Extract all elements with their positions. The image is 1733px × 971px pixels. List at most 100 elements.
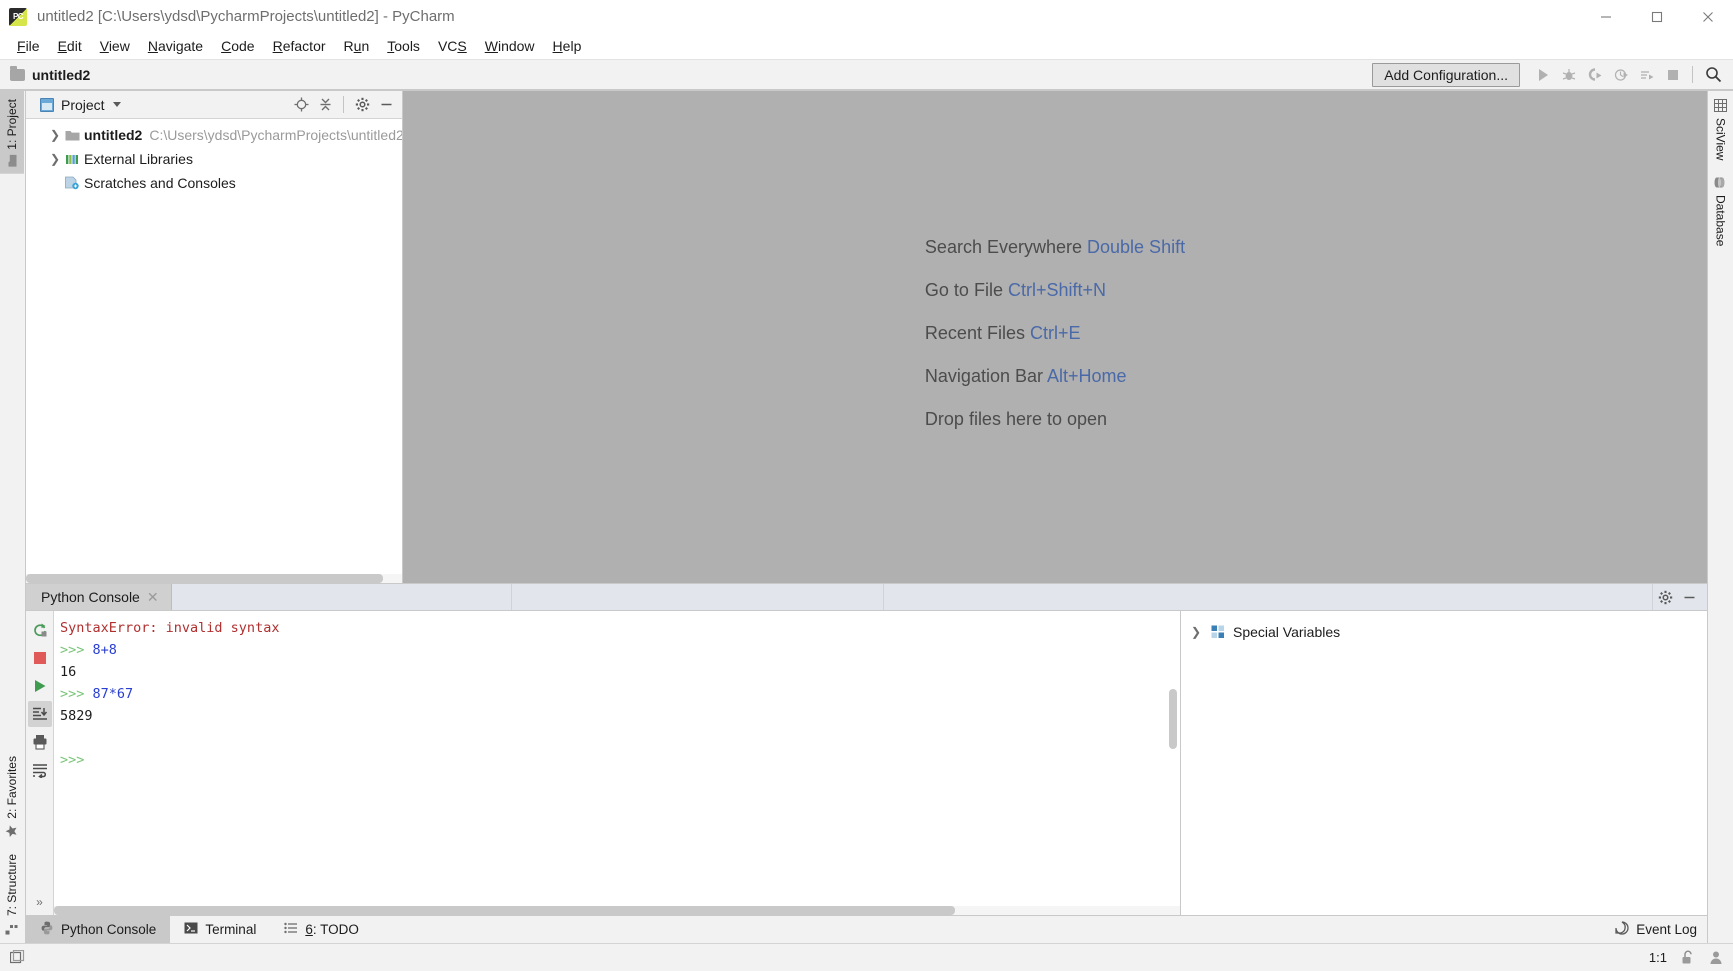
profile-icon[interactable] [1608, 63, 1634, 87]
menu-run[interactable]: Run [335, 35, 379, 58]
tool-window-label: Python Console [61, 922, 157, 937]
scrollbar-thumb[interactable] [26, 574, 384, 583]
sidebar-item-database[interactable]: Database [1708, 168, 1733, 254]
bottom-bar-right: Event Log [1615, 916, 1707, 943]
person-icon[interactable] [1709, 950, 1723, 965]
tree-row[interactable]: ❯ untitled2 C:\Users\ydsd\PycharmProject… [26, 123, 402, 147]
todo-icon [284, 922, 298, 937]
python-icon [40, 921, 54, 938]
window-controls [1580, 0, 1733, 34]
settings-gear-icon[interactable] [350, 93, 374, 117]
close-button[interactable] [1682, 0, 1733, 34]
menu-navigate[interactable]: Navigate [139, 35, 212, 58]
hint-shortcut: Ctrl+Shift+N [1007, 279, 1107, 300]
star-icon [6, 825, 19, 838]
event-log-button[interactable]: Event Log [1615, 921, 1697, 938]
special-variables-row[interactable]: ❯ Special Variables [1181, 619, 1707, 645]
minimize-button[interactable] [1580, 0, 1631, 34]
caret-position[interactable]: 1:1 [1649, 950, 1667, 965]
console-line-error: SyntaxError: invalid syntax [60, 620, 280, 636]
settings-gear-icon[interactable] [1653, 585, 1677, 609]
hint-action: Navigation Bar [924, 365, 1043, 386]
menu-code[interactable]: Code [212, 35, 263, 58]
tree-row[interactable]: ❯ External Libraries [26, 147, 402, 171]
hint-shortcut: Alt+Home [1047, 365, 1127, 386]
soft-wrap-icon[interactable] [28, 757, 52, 783]
hide-panel-icon[interactable] [374, 93, 398, 117]
project-panel-title[interactable]: Project [61, 97, 105, 113]
hide-panel-icon[interactable] [1677, 585, 1701, 609]
tool-window-button-todo[interactable]: 6: TODO [270, 916, 373, 943]
project-tree-hscrollbar[interactable] [26, 574, 402, 583]
sidebar-item-project[interactable]: 1: Project [0, 91, 24, 174]
run-toolbar: Add Configuration... [1372, 62, 1733, 87]
console-header-actions [1653, 584, 1707, 610]
console-vscrollbar[interactable] [1169, 689, 1177, 749]
console-line-result: 16 [60, 664, 77, 680]
chevron-right-icon[interactable]: ❯ [48, 128, 62, 142]
library-icon [62, 153, 82, 166]
menu-file[interactable]: File [8, 35, 49, 58]
locate-target-icon[interactable] [289, 93, 313, 117]
tool-window-button-python-console[interactable]: Python Console [26, 916, 171, 943]
tree-label: Scratches and Consoles [84, 175, 236, 191]
tool-window-label: Terminal [205, 922, 257, 937]
console-hscrollbar[interactable] [54, 906, 1180, 915]
tool-window-button-terminal[interactable]: Terminal [170, 916, 270, 943]
run-tests-icon[interactable] [1634, 63, 1660, 87]
variables-grid-icon [1211, 625, 1225, 639]
stop-icon[interactable] [1660, 63, 1686, 87]
add-configuration-button[interactable]: Add Configuration... [1372, 62, 1520, 87]
breadcrumb[interactable]: untitled2 [32, 67, 90, 83]
scrollbar-thumb[interactable] [54, 906, 955, 915]
upper-area: Project ❯ untitled2 C:\Users\ydsd\Pychar… [26, 91, 1707, 583]
menu-help[interactable]: Help [544, 35, 591, 58]
tab-filler [172, 584, 1653, 610]
console-tab-bar: Python Console ✕ [26, 584, 1707, 611]
window-title: untitled2 [C:\Users\ydsd\PycharmProjects… [37, 8, 455, 25]
unlocked-icon[interactable] [1681, 950, 1695, 965]
menu-edit[interactable]: Edit [49, 35, 91, 58]
tree-row[interactable]: ❯ Scratches and Consoles [26, 171, 402, 195]
run-with-coverage-icon[interactable] [1582, 63, 1608, 87]
rerun-icon[interactable] [28, 617, 52, 643]
stop-icon[interactable] [28, 645, 52, 671]
tab-filler-segment [172, 584, 512, 610]
scroll-to-end-icon[interactable] [27, 701, 52, 727]
toolbar-separator [1692, 66, 1693, 83]
sidebar-item-favorites[interactable]: 2: Favorites [0, 748, 24, 846]
structure-icon [6, 922, 19, 935]
menu-vcs[interactable]: VCS [429, 35, 476, 58]
sidebar-item-sciview[interactable]: SciView [1708, 91, 1733, 168]
chevron-right-icon[interactable]: ❯ [48, 152, 62, 166]
database-icon [1714, 176, 1727, 189]
status-bar-left [10, 950, 25, 965]
menu-refactor[interactable]: Refactor [264, 35, 335, 58]
hint-navigation-bar: Navigation Bar Alt+Home [925, 366, 1185, 387]
right-tool-rail: SciView Database [1707, 91, 1733, 943]
event-log-icon [1615, 921, 1629, 938]
execute-icon[interactable] [28, 673, 52, 699]
chevron-right-icon[interactable]: ❯ [1189, 625, 1203, 639]
console-output[interactable]: SyntaxError: invalid syntax >>> 8+8 16 >… [54, 611, 1180, 915]
debug-icon[interactable] [1556, 63, 1582, 87]
tab-python-console[interactable]: Python Console ✕ [26, 584, 172, 610]
console-line-prompt: >>> [60, 749, 1180, 771]
event-log-label: Event Log [1636, 922, 1697, 937]
chevron-down-icon[interactable] [112, 102, 121, 107]
close-icon[interactable]: ✕ [147, 589, 159, 606]
hint-search-everywhere: Search Everywhere Double Shift [925, 237, 1185, 258]
print-icon[interactable] [28, 729, 52, 755]
menu-tools[interactable]: Tools [378, 35, 429, 58]
collapse-all-icon[interactable] [313, 93, 337, 117]
sidebar-item-structure[interactable]: 7: Structure [0, 846, 24, 943]
menu-window[interactable]: Window [476, 35, 544, 58]
toggle-toolwindows-icon[interactable] [10, 950, 25, 965]
run-icon[interactable] [1530, 63, 1556, 87]
menu-view[interactable]: View [91, 35, 139, 58]
folder-icon [62, 129, 82, 142]
search-icon[interactable] [1699, 63, 1727, 87]
tab-filler-segment [512, 584, 884, 610]
console-more-actions[interactable]: » [36, 895, 43, 909]
maximize-button[interactable] [1631, 0, 1682, 34]
